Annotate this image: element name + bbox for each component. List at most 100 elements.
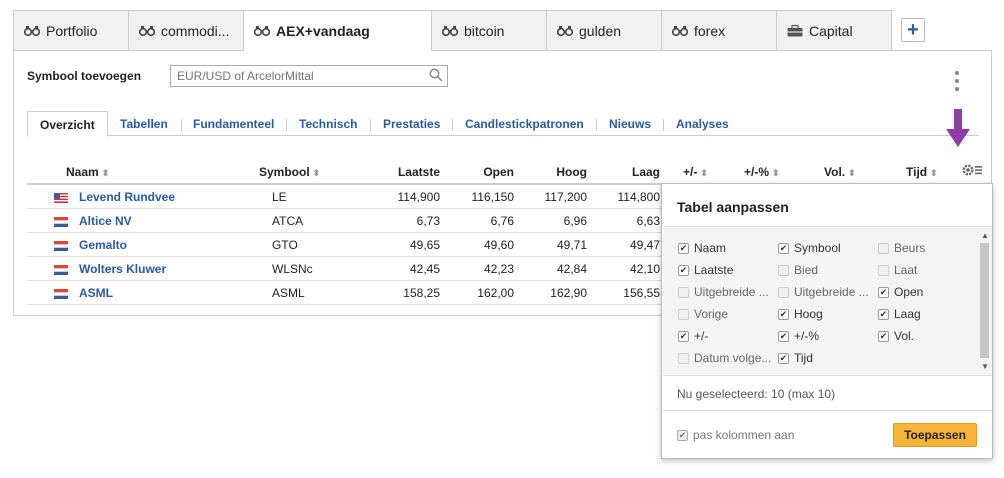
cell-laatste: 49,65 [409,238,440,252]
symbol-add-label: Symbool toevoegen [27,69,142,83]
table-header: Naam ⬍ Symbool ⬍ Laatste Open Hoog Laag +/… [27,159,982,185]
table-row[interactable]: Altice NV ATCA 6,73 6,76 6,96 6,63 [27,209,667,233]
checkbox-checked-icon: ✔ [678,264,689,276]
option-uitgebreide-2[interactable]: Uitgebreide ... [778,285,869,299]
tab-nieuws[interactable]: Nieuws [609,111,651,136]
cell-laag: 156,55 [623,286,660,300]
sort-icon: ⬍ [312,168,321,178]
table-row[interactable]: Gemalto GTO 49,65 49,60 49,71 49,47 [27,233,667,257]
popup-title: Tabel aanpassen [677,199,789,215]
option-uitgebreide-1[interactable]: Uitgebreide ... [678,285,769,299]
checkbox-checked-icon: ✔ [878,286,889,298]
option-bied[interactable]: Bied [778,263,818,277]
tab-gulden[interactable]: gulden [546,10,662,50]
briefcase-icon [787,24,803,37]
stock-name-link[interactable]: Gemalto [79,238,127,252]
apply-button[interactable]: Toepassen [893,423,977,447]
tab-aex-vandaag[interactable]: AEX+vandaag [243,10,432,51]
col-plusmin[interactable]: +/- ⬍ [683,165,708,179]
option-symbool[interactable]: ✔ Symbool [778,241,841,255]
search-icon[interactable] [429,68,443,82]
tab-fundamenteel[interactable]: Fundamenteel [193,111,274,136]
tab-candlestickpatronen[interactable]: Candlestickpatronen [465,111,584,136]
table-row[interactable]: ASML ASML 158,25 162,00 162,90 156,55 [27,281,667,305]
col-laatste[interactable]: Laatste [367,165,440,179]
cell-hoog: 42,84 [556,262,587,276]
stock-name-link[interactable]: Wolters Kluwer [79,262,166,276]
tab-portfolio[interactable]: Portfolio [13,10,129,50]
popup-scrollbar[interactable]: ▲ ▼ [978,226,992,376]
sort-icon: ⬍ [101,168,110,178]
option-plusmin[interactable]: ✔ +/- [678,329,708,343]
option-hoog[interactable]: ✔ Hoog [778,307,823,321]
symbol-search-input[interactable] [170,65,448,87]
table-row[interactable]: Levend Rundvee LE 114,900 116,150 117,20… [27,185,667,209]
cell-open: 49,60 [483,238,514,252]
col-open[interactable]: Open [441,165,514,179]
option-plusmin-pct[interactable]: ✔ +/-% [778,329,819,343]
flag-us-icon [54,192,68,203]
cell-open: 116,150 [471,190,515,204]
tab-label: forex [694,22,726,39]
checkbox-unchecked-icon [678,286,689,298]
checkbox-checked-icon: ✔ [778,242,789,254]
scroll-up-icon[interactable]: ▲ [981,231,989,240]
option-vorige[interactable]: Vorige [678,307,728,321]
stock-name-link[interactable]: Levend Rundvee [79,190,175,204]
scroll-down-icon[interactable]: ▼ [981,362,989,371]
checkbox-checked-icon: ✔ [878,330,889,342]
down-arrow-icon [946,109,970,147]
option-naam[interactable]: ✔ Naam [678,241,726,255]
option-beurs[interactable]: Beurs [878,241,925,255]
col-vol[interactable]: Vol. ⬍ [824,165,856,179]
binoculars-icon [254,25,270,37]
option-tijd[interactable]: ✔ Tijd [778,351,813,365]
option-laat[interactable]: Laat [878,263,917,277]
cell-hoog: 117,200 [544,190,588,204]
col-hoog[interactable]: Hoog [514,165,587,179]
tab-forex[interactable]: forex [661,10,777,50]
tab-bar: Portfolio commodi... AEX+vandaag bitcoin… [13,10,993,51]
option-laatste[interactable]: ✔ Laatste [678,263,733,277]
table-row[interactable]: Wolters Kluwer WLSNc 42,45 42,23 42,84 4… [27,257,667,281]
tab-bitcoin[interactable]: bitcoin [431,10,547,50]
tab-technisch[interactable]: Technisch [299,111,357,136]
col-laag[interactable]: Laag [587,165,660,179]
checkbox-checked-icon: ✔ [678,330,689,342]
checkbox-checked-icon: ✔ [878,308,889,320]
option-vol[interactable]: ✔ Vol. [878,329,914,343]
stock-name-link[interactable]: Altice NV [79,214,132,228]
settings-gear-icon[interactable] [961,162,983,178]
cell-hoog: 6,96 [563,214,587,228]
tab-label: Capital [809,22,853,39]
option-open[interactable]: ✔ Open [878,285,923,299]
add-tab-button[interactable]: + [901,18,925,42]
stock-symbol: WLSNc [272,262,313,276]
option-datum-volgende[interactable]: Datum volge... [678,351,771,365]
tab-overzicht[interactable]: Overzicht [27,111,108,137]
tab-capital[interactable]: Capital [776,10,892,50]
cell-open: 162,00 [477,286,514,300]
binoculars-icon [672,25,688,37]
tab-prestaties[interactable]: Prestaties [383,111,440,136]
col-plusmin-pct[interactable]: +/-% ⬍ [744,165,780,179]
col-symbool[interactable]: Symbool ⬍ [259,165,320,179]
flag-nl-icon [54,264,68,275]
scroll-thumb[interactable] [980,243,989,358]
more-options-icon[interactable] [954,71,960,91]
col-naam[interactable]: Naam ⬍ [66,165,109,179]
stock-symbol: LE [272,190,287,204]
binoculars-icon [139,25,155,37]
table-customize-popup: Tabel aanpassen ✔ Naam ✔ Symbool Beurs ✔ La… [661,183,993,459]
tab-commodities[interactable]: commodi... [128,10,244,50]
cell-laag: 42,10 [629,262,660,276]
selected-count-text: Nu geselecteerd: 10 (max 10) [677,387,836,401]
tab-tabellen[interactable]: Tabellen [120,111,168,136]
option-laag[interactable]: ✔ Laag [878,307,921,321]
cell-hoog: 49,71 [556,238,587,252]
tab-analyses[interactable]: Analyses [676,111,729,136]
stock-name-link[interactable]: ASML [79,286,113,300]
divider [663,410,992,411]
option-pas-kolommen-aan[interactable]: ✔ pas kolommen aan [677,428,794,442]
col-tijd[interactable]: Tijd ⬍ [906,165,938,179]
